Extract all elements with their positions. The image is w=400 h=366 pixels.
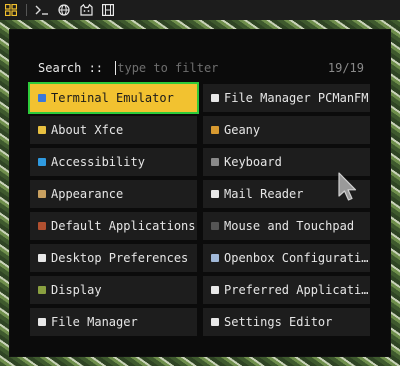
launcher-item-label: File Manager — [51, 315, 138, 329]
launcher-item[interactable]: Display — [30, 276, 197, 304]
app-launcher-popup: Search :: 19/19 Terminal EmulatorFile Ma… — [10, 30, 390, 356]
cat-icon[interactable] — [75, 0, 97, 20]
launcher-item-label: Accessibility — [51, 155, 145, 169]
launcher-item[interactable]: Preferred Applications — [203, 276, 370, 304]
launcher-item-label: Mouse and Touchpad — [224, 219, 355, 233]
app-grid-icon[interactable] — [0, 0, 22, 20]
file-manager-icon — [38, 318, 46, 326]
launcher-item[interactable]: Appearance — [30, 180, 197, 208]
keyboard-icon — [211, 158, 219, 166]
search-row: Search :: 19/19 — [38, 58, 364, 78]
launcher-item[interactable]: Desktop Preferences — [30, 244, 197, 272]
launcher-item-label: Keyboard — [224, 155, 282, 169]
desktop-prefs-icon — [38, 254, 46, 262]
launcher-item-label: Mail Reader — [224, 187, 304, 201]
launcher-item[interactable]: About Xfce — [30, 116, 197, 144]
result-count: 19/19 — [327, 61, 364, 75]
launcher-item-label: Default Applications — [51, 219, 196, 233]
top-panel — [0, 0, 400, 20]
launcher-item[interactable]: Terminal Emulator — [28, 82, 199, 114]
film-icon[interactable] — [97, 0, 119, 20]
search-input[interactable] — [117, 61, 320, 75]
launcher-item-label: Terminal Emulator — [51, 91, 174, 105]
launcher-item[interactable]: Openbox Configuration… — [203, 244, 370, 272]
search-label: Search :: — [38, 61, 111, 75]
panel-separator — [26, 4, 27, 16]
launcher-item-label: Desktop Preferences — [51, 251, 189, 265]
accessibility-icon — [38, 158, 46, 166]
launcher-item[interactable]: Accessibility — [30, 148, 197, 176]
launcher-item-label: Openbox Configuration… — [224, 251, 370, 265]
info-star-icon — [38, 126, 46, 134]
launcher-item-label: Settings Editor — [224, 315, 333, 329]
mouse-pointer-icon — [338, 172, 357, 201]
launcher-item-label: About Xfce — [51, 123, 124, 137]
launcher-item[interactable]: Geany — [203, 116, 370, 144]
appearance-icon — [38, 190, 46, 198]
launcher-item[interactable]: File Manager PCManFM — [203, 84, 370, 112]
settings-editor-icon — [211, 318, 219, 326]
terminal-icon[interactable] — [31, 0, 53, 20]
launcher-item[interactable]: Settings Editor — [203, 308, 370, 336]
terminal-icon — [38, 94, 46, 102]
folder-icon — [211, 94, 219, 102]
mail-icon — [211, 190, 219, 198]
launcher-item-label: Display — [51, 283, 102, 297]
preferred-apps-icon — [211, 286, 219, 294]
launcher-item[interactable]: Default Applications — [30, 212, 197, 240]
launcher-item-label: Geany — [224, 123, 261, 137]
openbox-icon — [211, 254, 219, 262]
launcher-item[interactable]: Mouse and Touchpad — [203, 212, 370, 240]
launcher-item[interactable]: File Manager — [30, 308, 197, 336]
app-grid: Terminal Emulator File Manager PCManFM Abo… — [28, 82, 370, 336]
default-apps-icon — [38, 222, 46, 230]
globe-icon[interactable] — [53, 0, 75, 20]
mouse-icon — [211, 222, 219, 230]
text-caret — [115, 61, 117, 75]
launcher-item-label: Preferred Applications — [224, 283, 370, 297]
launcher-item-label: File Manager PCManFM — [224, 91, 369, 105]
launcher-item-label: Appearance — [51, 187, 124, 201]
display-icon — [38, 286, 46, 294]
geany-icon — [211, 126, 219, 134]
